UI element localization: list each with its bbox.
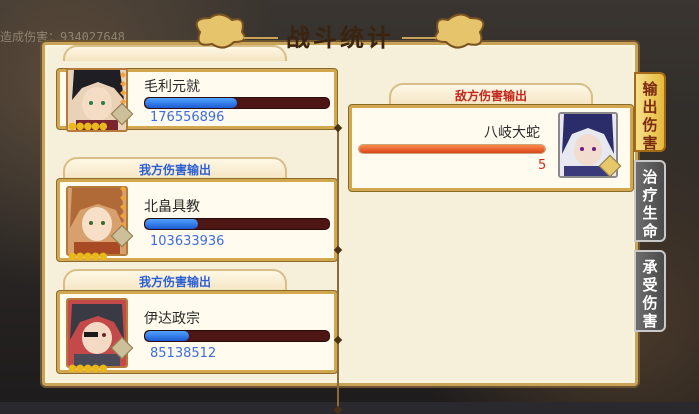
ally-damage-value: 176556896 (150, 110, 225, 125)
ally-damage-value: 103633936 (150, 234, 225, 249)
character-portrait-icon (68, 300, 126, 366)
tab-damage-dealt[interactable]: 输出伤害 (634, 72, 666, 152)
column-divider (333, 123, 343, 414)
star-rating: ●●●●● (68, 121, 108, 132)
enemy-damage-bar (358, 144, 546, 154)
enemy-card[interactable]: 八岐大蛇 5 (349, 105, 633, 191)
ally-card-1[interactable]: ●●●●● ◆ ◆ ◆ ◆ 毛利元就 176556896 (57, 68, 337, 132)
ally-name: 伊达政宗 (144, 311, 200, 327)
section-label-enemy: 敌方伤害输出 (389, 83, 593, 107)
battle-stats-panel: ●●●●● ◆ ◆ ◆ ◆ 毛利元就 176556896 我方伤害输出 ●●●●● ◆… (42, 42, 638, 414)
tab-healing[interactable]: 治疗生命 (634, 160, 666, 242)
ally-damage-bar-fill (145, 98, 237, 108)
ally-portrait-3 (66, 298, 128, 368)
ally-card-3[interactable]: ●●●●● 伊达政宗 85138512 (57, 291, 337, 374)
ally-damage-bar-fill (145, 219, 199, 229)
star-rating: ●●●●● (68, 251, 108, 262)
ally-name: 毛利元就 (144, 79, 200, 95)
enemy-damage-value: 5 (538, 158, 547, 173)
ally-damage-bar (144, 330, 330, 342)
ally-damage-bar (144, 218, 330, 230)
section-label-ally: 我方伤害输出 (63, 269, 287, 293)
ally-damage-bar (144, 97, 330, 109)
ally-portrait-2 (66, 186, 128, 256)
tab-damage-taken[interactable]: 承受伤害 (634, 250, 666, 332)
character-portrait-icon (68, 188, 126, 254)
ally-damage-bar-fill (145, 331, 190, 341)
enemy-damage-bar-fill (359, 145, 545, 153)
enemy-name: 八岐大蛇 (484, 125, 540, 141)
ally-name: 北畠具教 (144, 199, 200, 215)
page-title: 战斗统计 (286, 23, 394, 52)
ally-damage-value: 85138512 (150, 346, 217, 361)
section-label-ally: 我方伤害输出 (63, 157, 287, 181)
star-rating: ●●●●● (68, 363, 108, 374)
ally-card-2[interactable]: ●●●●● ◆ ◆ ◆ ◆ ◆ 北畠具教 103633936 (57, 179, 337, 262)
title-plate: 战斗统计 (180, 8, 500, 56)
